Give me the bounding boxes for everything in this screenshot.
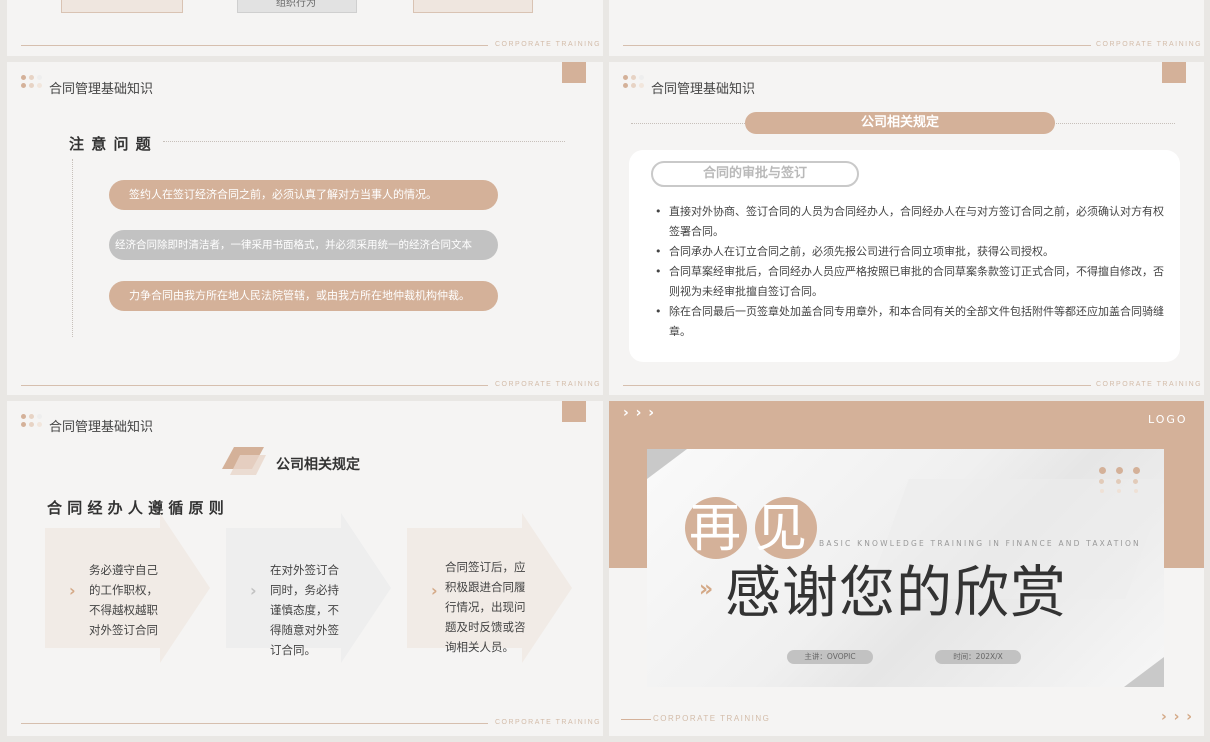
dots-icon <box>21 414 43 434</box>
rule-item: 直接对外协商、签订合同的人员为合同经办人，合同经办人在与对方签订合同之前，必须确… <box>655 202 1165 242</box>
corner-square <box>1162 62 1186 83</box>
footer-arrow-line <box>621 719 651 720</box>
text-line: 务必遵守自己 <box>89 563 158 577</box>
footer-text: CORPORATE TRAINING <box>653 714 771 723</box>
dots-icon <box>21 75 43 95</box>
corner-square <box>562 62 586 83</box>
text-line: 合同签订后，应 <box>445 560 526 574</box>
placeholder-box-left <box>61 0 183 13</box>
placeholder-box-right <box>413 0 533 13</box>
slide-approval-signing: 合同管理基础知识 公司相关规定 合同的审批与签订 直接对外协商、签订合同的人员为… <box>609 62 1204 395</box>
speaker-pill: 主讲：OVOPIC <box>787 650 873 664</box>
footer-text: CORPORATE TRAINING <box>495 719 602 726</box>
slide-header: 合同管理基础知识 <box>49 82 154 97</box>
rules-list: 直接对外协商、签订合同的人员为合同经办人，合同经办人在与对方签订合同之前，必须确… <box>653 202 1165 342</box>
chevron-right-icon: › <box>250 581 257 600</box>
section-banner: 公司相关规定 <box>276 457 360 473</box>
thanks-title: 感谢您的欣赏 <box>725 561 1067 626</box>
text-line: 题及时反馈或咨 <box>445 620 526 634</box>
vertical-dotted-line <box>72 159 73 337</box>
corner-square <box>562 401 586 422</box>
time-pill: 时间：202X/X <box>935 650 1021 664</box>
text-line: 订合同。 <box>270 643 316 657</box>
text-line: 谨慎态度，不 <box>270 603 339 617</box>
footer-text: CORPORATE TRAINING <box>1096 41 1203 48</box>
footer-line <box>21 385 488 386</box>
footer-line <box>623 385 1091 386</box>
footer-text: CORPORATE TRAINING <box>495 41 602 48</box>
goodbye-text: 再见 <box>689 499 822 559</box>
placeholder-box-mid: 组织行为 <box>237 0 357 13</box>
footer-line <box>21 723 488 724</box>
text-line: 询相关人员。 <box>445 640 514 654</box>
pill-item-1: 签约人在签订经济合同之前，必须认真了解对方当事人的情况。 <box>109 180 498 210</box>
text-line: 积极跟进合同履 <box>445 580 526 594</box>
slide-thanks: › › › LOGO 再见 BASIC KNOWLEDGE TRAINING I… <box>609 401 1204 736</box>
section-banner: 公司相关规定 <box>745 112 1055 134</box>
rule-item: 合同草案经审批后，合同经办人员应严格按照已审批的合同草案条款签订正式合同，不得擅… <box>655 262 1165 302</box>
box-label: 组织行为 <box>276 0 316 9</box>
pill-item-2: 经济合同除即时清洁者，一律采用书面格式，并必须采用统一的经济合同文本 <box>109 230 498 260</box>
photo-card: 再见 BASIC KNOWLEDGE TRAINING IN FINANCE A… <box>647 449 1164 687</box>
goodbye-title: 再见 <box>685 497 825 559</box>
corner-triangle-tl <box>647 449 687 479</box>
chevron-right-icon: › <box>69 581 76 600</box>
principle-text-1: 务必遵守自己 的工作职权， 不得越权越职 对外签订合同 <box>89 560 158 640</box>
principle-text-3: 合同签订后，应 积极跟进合同履 行情况，出现问 题及时反馈或咨 询相关人员。 <box>445 557 526 657</box>
text-line: 对外签订合同 <box>89 623 158 637</box>
card-title: 合同的审批与签订 <box>651 161 859 187</box>
english-subtitle: BASIC KNOWLEDGE TRAINING IN FINANCE AND … <box>819 539 1141 548</box>
rule-item: 除在合同最后一页签章处加盖合同专用章外，和本合同有关的全部文件包括附件等都还应加… <box>655 302 1165 342</box>
text-line: 同时，务必持 <box>270 583 339 597</box>
logo-text: LOGO <box>1148 413 1188 426</box>
footer-text: CORPORATE TRAINING <box>1096 381 1203 388</box>
title-dotted-line <box>163 141 565 142</box>
footer-text: CORPORATE TRAINING <box>495 381 602 388</box>
slide-top-left: 组织行为 CORPORATE TRAINING <box>7 0 603 56</box>
footer-line <box>21 45 488 46</box>
chevron-right-icon: › <box>431 581 438 600</box>
arrows-top: › › › <box>623 405 656 421</box>
slide-header: 合同管理基础知识 <box>49 420 154 435</box>
arrows-bottom: › › › <box>1161 709 1194 725</box>
slide-top-right: CORPORATE TRAINING <box>609 0 1204 56</box>
rule-item: 合同承办人在订立合同之前，必须先报公司进行合同立项审批，获得公司授权。 <box>655 242 1165 262</box>
double-chevron-icon: » <box>699 577 714 602</box>
corner-triangle-br <box>1124 657 1164 687</box>
principle-text-2: 在对外签订合 同时，务必持 谨慎态度，不 得随意对外签 订合同。 <box>270 560 339 660</box>
slide-header: 合同管理基础知识 <box>651 82 756 97</box>
content-card: 合同的审批与签订 直接对外协商、签订合同的人员为合同经办人，合同经办人在与对方签… <box>629 150 1180 362</box>
text-line: 行情况，出现问 <box>445 600 526 614</box>
text-line: 不得越权越职 <box>89 603 158 617</box>
slide-precautions: 合同管理基础知识 注 意 问 题 签约人在签订经济合同之前，必须认真了解对方当事… <box>7 62 603 395</box>
slide-principles: 合同管理基础知识 公司相关规定 合 同 经 办 人 遵 循 原 则 › › › … <box>7 401 603 736</box>
text-line: 在对外签订合 <box>270 563 339 577</box>
dot-grid <box>1099 467 1149 497</box>
pill-item-3: 力争合同由我方所在地人民法院管辖，或由我方所在地仲裁机构仲裁。 <box>109 281 498 311</box>
text-line: 的工作职权， <box>89 583 158 597</box>
parallelogram-icon <box>222 447 266 475</box>
dots-icon <box>623 75 645 95</box>
footer-line <box>623 45 1091 46</box>
section-title: 注 意 问 题 <box>69 135 152 153</box>
text-line: 得随意对外签 <box>270 623 339 637</box>
